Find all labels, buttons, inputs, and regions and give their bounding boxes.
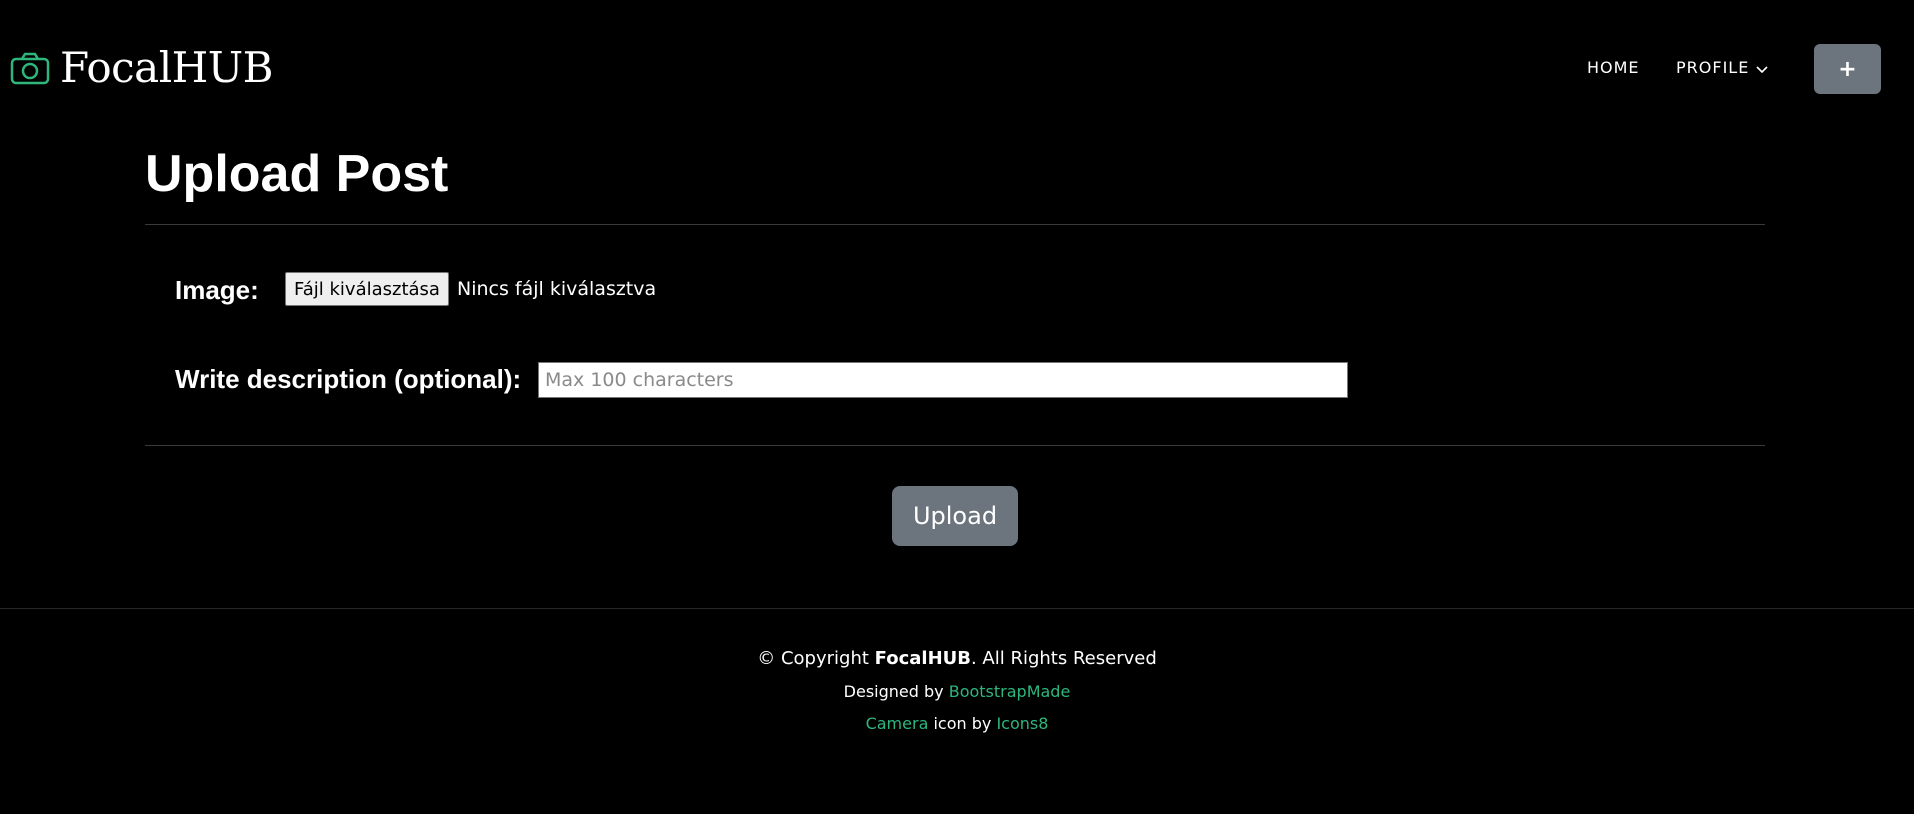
page-title: Upload Post bbox=[145, 145, 449, 203]
choose-file-button[interactable]: Fájl kiválasztása bbox=[285, 272, 449, 306]
copyright-text: © Copyright FocalHUB. All Rights Reserve… bbox=[0, 648, 1914, 669]
icons8-link[interactable]: Icons8 bbox=[996, 714, 1048, 733]
page: FocalHUB HOME PROFILE + Upload Post Imag… bbox=[0, 0, 1914, 814]
divider bbox=[145, 445, 1765, 446]
brand-logo-link[interactable]: FocalHUB bbox=[10, 43, 274, 92]
camera-icon-link[interactable]: Camera bbox=[866, 714, 929, 733]
brand-name: FocalHUB bbox=[60, 43, 274, 92]
icon-credit-text: Camera icon by Icons8 bbox=[0, 714, 1914, 733]
designed-by-text: Designed by BootstrapMade bbox=[0, 682, 1914, 701]
nav-home-link[interactable]: HOME bbox=[1587, 58, 1640, 77]
site-header: FocalHUB HOME PROFILE + bbox=[0, 0, 1914, 138]
copyright-prefix: © Copyright bbox=[757, 648, 875, 669]
description-label: Write description (optional): bbox=[175, 364, 522, 394]
nav-profile-label: PROFILE bbox=[1676, 58, 1750, 77]
designed-by-prefix: Designed by bbox=[843, 682, 949, 701]
file-status-text: Nincs fájl kiválasztva bbox=[457, 278, 657, 300]
add-post-button[interactable]: + bbox=[1814, 44, 1881, 94]
nav-profile-dropdown[interactable]: PROFILE bbox=[1676, 58, 1769, 77]
description-input[interactable] bbox=[538, 362, 1348, 398]
copyright-brand: FocalHUB bbox=[874, 648, 971, 669]
footer-divider bbox=[0, 608, 1914, 609]
bootstrapmade-link[interactable]: BootstrapMade bbox=[949, 682, 1071, 701]
upload-button[interactable]: Upload bbox=[892, 486, 1018, 546]
camera-icon bbox=[10, 51, 50, 85]
divider bbox=[145, 224, 1765, 225]
chevron-down-icon bbox=[1755, 61, 1769, 75]
copyright-suffix: . All Rights Reserved bbox=[970, 648, 1157, 669]
icon-credit-middle: icon by bbox=[928, 714, 997, 733]
image-label: Image: bbox=[175, 275, 259, 305]
